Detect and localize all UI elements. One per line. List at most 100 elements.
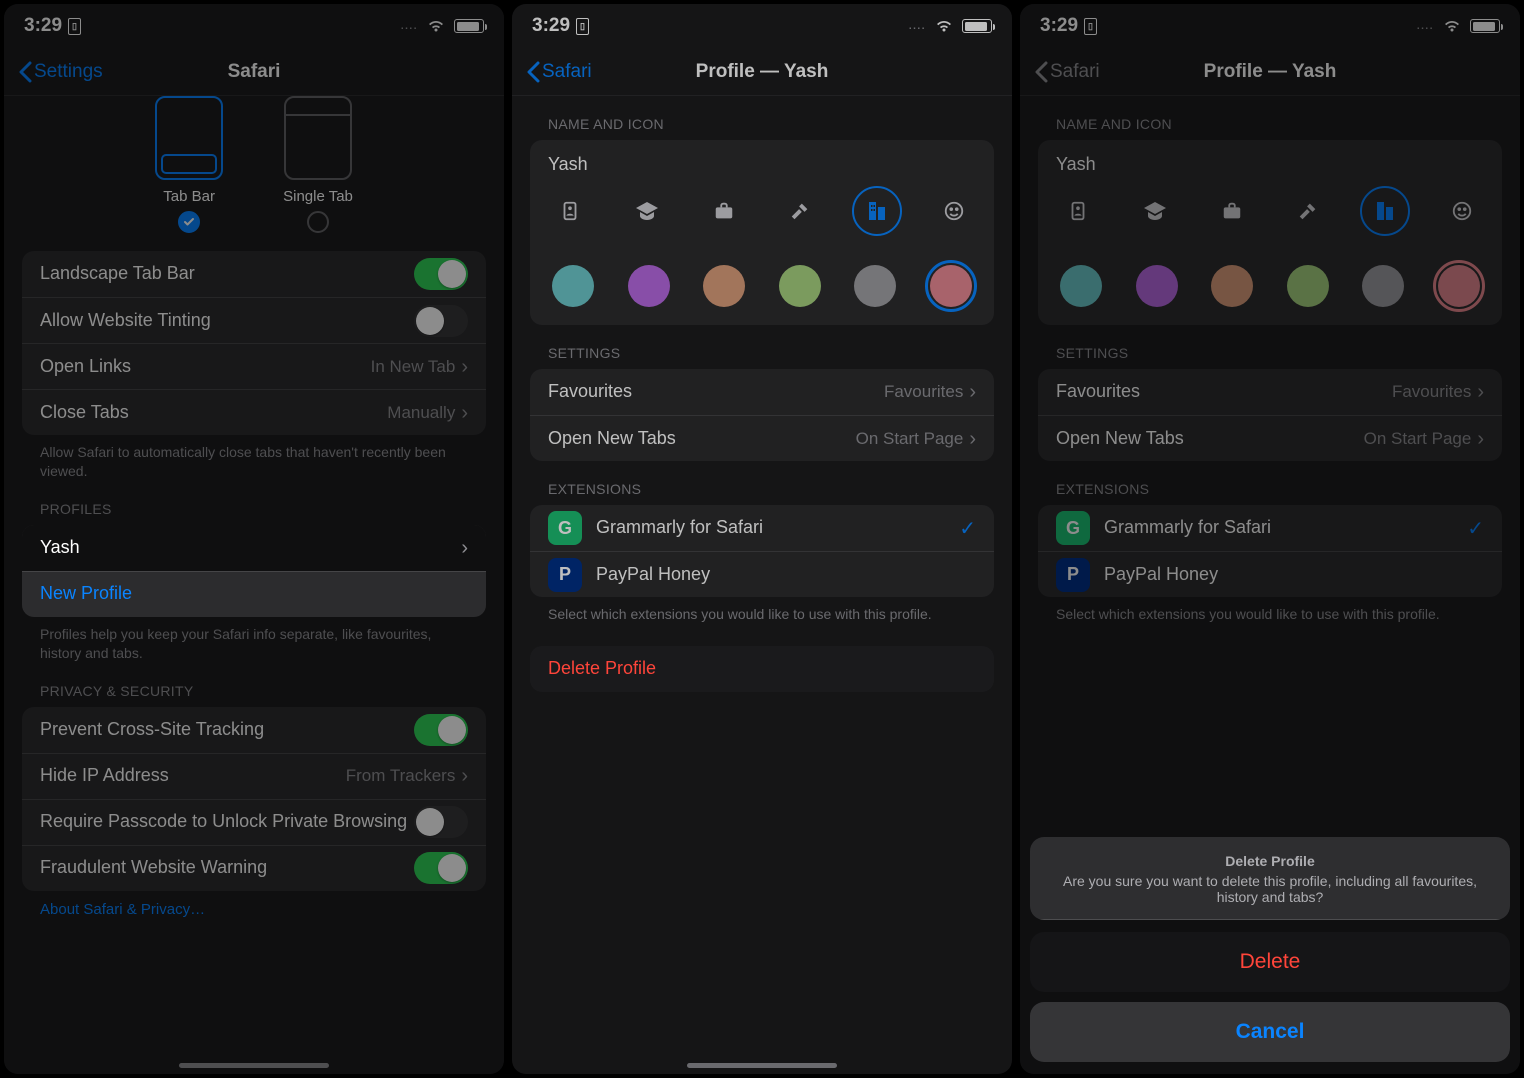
hide-ip-row[interactable]: Hide IP Address From Trackers › (22, 753, 486, 799)
page-title: Profile — Yash (512, 61, 1012, 83)
hammer-icon[interactable] (1290, 193, 1326, 229)
color-swatch-purple[interactable] (1136, 265, 1178, 307)
chevron-right-icon: › (969, 429, 976, 449)
nav-bar: Safari Profile — Yash (512, 48, 1012, 96)
open-links-row[interactable]: Open Links In New Tab › (22, 343, 486, 389)
status-time: 3:29 (24, 15, 62, 37)
briefcase-icon[interactable] (1214, 193, 1250, 229)
about-privacy-link[interactable]: About Safari & Privacy… (22, 891, 486, 918)
sheet-delete-button[interactable]: Delete (1030, 932, 1510, 992)
paypal-icon: P (548, 558, 582, 592)
favourites-row[interactable]: Favourites Favourites › (1038, 369, 1502, 415)
sheet-delete-label: Delete (1240, 950, 1301, 974)
tracking-row[interactable]: Prevent Cross-Site Tracking (22, 707, 486, 753)
id-card-icon[interactable] (552, 193, 588, 229)
new-profile-button[interactable]: New Profile (22, 571, 486, 617)
profiles-group: Yash › New Profile (22, 525, 486, 617)
favourites-row[interactable]: Favourites Favourites › (530, 369, 994, 415)
nameicon-group: Yash (530, 140, 994, 325)
color-swatch-teal[interactable] (552, 265, 594, 307)
close-tabs-row[interactable]: Close Tabs Manually › (22, 389, 486, 435)
privacy-section-label: PRIVACY & SECURITY (22, 663, 486, 707)
smile-icon[interactable] (1444, 193, 1480, 229)
radio-selected-icon (178, 211, 200, 233)
color-swatch-orange[interactable] (1211, 265, 1253, 307)
extensions-footnote: Select which extensions you would like t… (1038, 597, 1502, 624)
building-icon[interactable] (1360, 186, 1410, 236)
radio-unselected-icon (307, 211, 329, 233)
passcode-row[interactable]: Require Passcode to Unlock Private Brows… (22, 799, 486, 845)
color-swatch-purple[interactable] (628, 265, 670, 307)
profile-name-input[interactable]: Yash (1038, 140, 1502, 175)
id-card-icon[interactable] (1060, 193, 1096, 229)
newtabs-value: On Start Page (856, 429, 964, 449)
grammarly-icon: G (1056, 511, 1090, 545)
tinting-toggle[interactable] (414, 305, 468, 337)
nav-bar: Safari Profile — Yash (1020, 48, 1520, 96)
tracking-label: Prevent Cross-Site Tracking (40, 709, 414, 751)
profile-name-input[interactable]: Yash (530, 140, 994, 175)
newtabs-row[interactable]: Open New Tabs On Start Page › (1038, 415, 1502, 461)
graduation-cap-icon[interactable] (1137, 193, 1173, 229)
website-tinting-row[interactable]: Allow Website Tinting (22, 297, 486, 343)
color-swatch-green[interactable] (779, 265, 821, 307)
chevron-right-icon: › (461, 403, 468, 423)
delete-profile-label: Delete Profile (548, 648, 976, 690)
color-swatch-teal[interactable] (1060, 265, 1102, 307)
fraud-label: Fraudulent Website Warning (40, 847, 414, 889)
delete-profile-group: Delete Profile (530, 646, 994, 692)
graduation-cap-icon[interactable] (629, 193, 665, 229)
fraud-warning-row[interactable]: Fraudulent Website Warning (22, 845, 486, 891)
extension-paypal-row[interactable]: P PayPal Honey (530, 551, 994, 597)
ext1-label: Grammarly for Safari (1104, 507, 1467, 549)
profiles-section-label: PROFILES (22, 481, 486, 525)
ext2-label: PayPal Honey (1104, 554, 1484, 596)
checkmark-icon: ✓ (959, 516, 976, 541)
battery-icon (454, 19, 484, 33)
nameicon-group: Yash (1038, 140, 1502, 325)
color-swatch-green[interactable] (1287, 265, 1329, 307)
profile-yash-row[interactable]: Yash › (22, 525, 486, 571)
briefcase-icon[interactable] (706, 193, 742, 229)
home-indicator[interactable] (687, 1063, 837, 1068)
hammer-icon[interactable] (782, 193, 818, 229)
extension-paypal-row[interactable]: P PayPal Honey (1038, 551, 1502, 597)
color-swatch-pink[interactable] (1438, 265, 1480, 307)
page-title: Profile — Yash (1020, 61, 1520, 83)
status-time: 3:29 (532, 15, 570, 37)
landscape-tab-bar-row[interactable]: Landscape Tab Bar (22, 251, 486, 297)
sheet-header: Delete Profile Are you sure you want to … (1030, 837, 1510, 920)
color-swatch-pink[interactable] (930, 265, 972, 307)
chevron-right-icon: › (461, 357, 468, 377)
sheet-title: Delete Profile (1050, 853, 1490, 869)
extension-grammarly-row[interactable]: G Grammarly for Safari ✓ (530, 505, 994, 551)
single-tab-label: Single Tab (283, 188, 353, 205)
home-indicator[interactable] (179, 1063, 329, 1068)
color-swatch-orange[interactable] (703, 265, 745, 307)
profile-edit-screen: 3:29 ▯ .... Safari Profile — Yash NAME A… (512, 4, 1012, 1074)
color-swatch-gray[interactable] (854, 265, 896, 307)
tab-bar-option[interactable]: Tab Bar (155, 96, 223, 233)
color-picker-row (1038, 247, 1502, 325)
building-icon[interactable] (852, 186, 902, 236)
extensions-footnote: Select which extensions you would like t… (530, 597, 994, 624)
newtabs-label: Open New Tabs (548, 418, 856, 460)
single-tab-option[interactable]: Single Tab (283, 96, 353, 233)
passcode-toggle[interactable] (414, 806, 468, 838)
extension-grammarly-row[interactable]: G Grammarly for Safari ✓ (1038, 505, 1502, 551)
cell-dots-icon: .... (1417, 21, 1434, 32)
status-bar: 3:29 ▯ .... (512, 4, 1012, 48)
landscape-toggle[interactable] (414, 258, 468, 290)
ext1-label: Grammarly for Safari (596, 507, 959, 549)
tracking-toggle[interactable] (414, 714, 468, 746)
sim-icon: ▯ (1084, 18, 1097, 35)
smile-icon[interactable] (936, 193, 972, 229)
color-swatch-gray[interactable] (1362, 265, 1404, 307)
sheet-cancel-button[interactable]: Cancel (1030, 1002, 1510, 1062)
fraud-toggle[interactable] (414, 852, 468, 884)
newtabs-row[interactable]: Open New Tabs On Start Page › (530, 415, 994, 461)
open-links-label: Open Links (40, 346, 371, 388)
status-time: 3:29 (1040, 15, 1078, 37)
delete-profile-button[interactable]: Delete Profile (530, 646, 994, 692)
profile-settings-group: Favourites Favourites › Open New Tabs On… (530, 369, 994, 461)
